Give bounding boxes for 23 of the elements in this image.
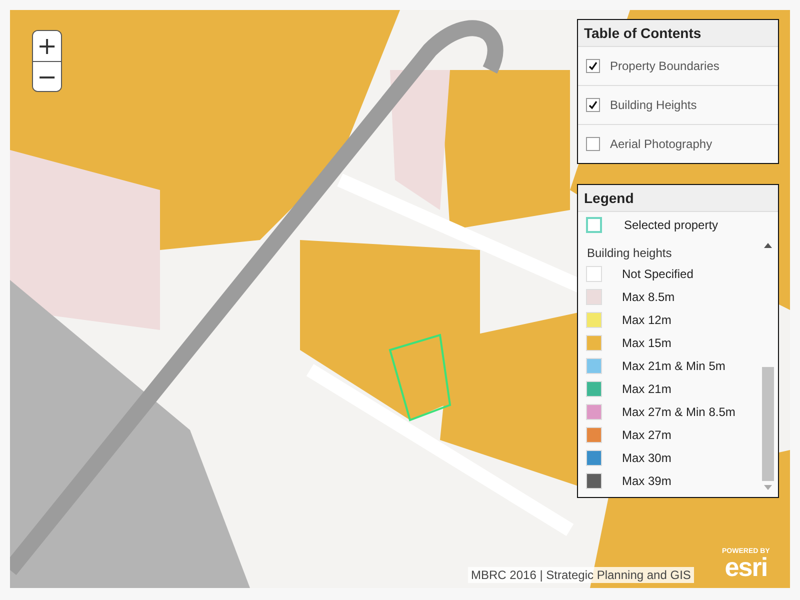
- legend-label: Max 21m: [622, 382, 672, 396]
- legend-label: Max 8.5m: [622, 290, 675, 304]
- panel-title: Legend: [578, 185, 778, 212]
- legend-label: Max 15m: [622, 336, 672, 350]
- legend-label: Max 27m: [622, 428, 672, 442]
- legend-label: Max 27m & Min 8.5m: [622, 404, 736, 418]
- legend-label: Max 30m: [622, 450, 672, 464]
- legend-label: Max 39m: [622, 474, 672, 488]
- layer-label: Building Heights: [610, 98, 697, 112]
- panel-title: Table of Contents: [578, 20, 778, 47]
- attribution-text: MBRC 2016 | Strategic Planning and GIS: [468, 567, 694, 583]
- layer-label: Property Boundaries: [610, 59, 720, 73]
- zoom-out-button[interactable]: −: [33, 61, 61, 91]
- legend-label: Not Specified: [622, 266, 694, 280]
- legend-group-heading: Building heights: [586, 245, 673, 262]
- legend-label: Selected property: [624, 218, 718, 232]
- layer-checkbox[interactable]: [586, 59, 600, 73]
- scroll-up-icon[interactable]: [764, 242, 772, 248]
- legend-label: Max 21m & Min 5m: [622, 358, 726, 372]
- layer-checkbox[interactable]: [586, 137, 600, 151]
- layer-checkbox[interactable]: [586, 98, 600, 112]
- layer-label: Aerial Photography: [610, 137, 712, 151]
- legend-label: Max 12m: [622, 312, 672, 326]
